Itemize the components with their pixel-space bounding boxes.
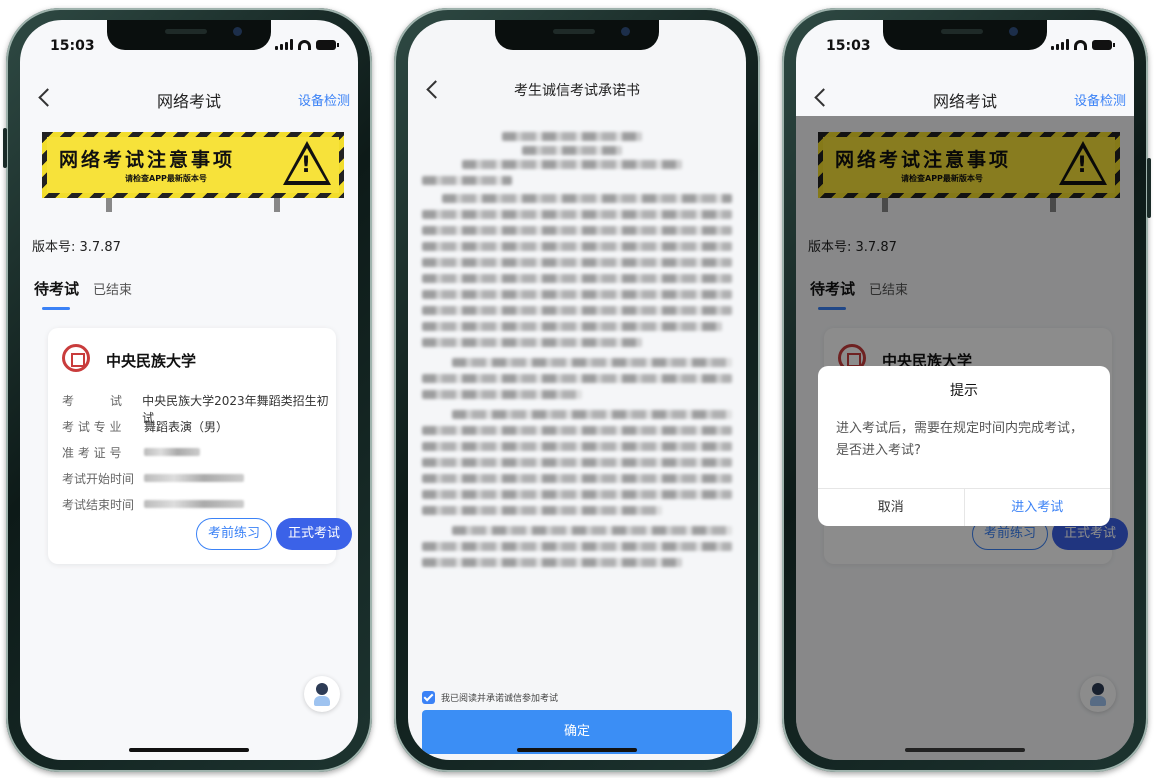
dialog-cancel-button[interactable]: 取消: [818, 489, 965, 526]
document-text-line: [422, 458, 732, 467]
document-text-line: [422, 274, 732, 283]
document-text-line: [422, 506, 662, 515]
document-text-line: [442, 194, 732, 203]
dialog-enter-exam-button[interactable]: 进入考试: [965, 489, 1111, 526]
phone-side-button: [3, 128, 7, 168]
nav-bar: 网络考试 设备检测: [20, 80, 358, 116]
document-text-line: [422, 490, 732, 499]
notch: [883, 20, 1047, 50]
tab-indicator: [42, 307, 70, 310]
document-text-line: [422, 558, 682, 567]
row-ticket: 准 考 证 号: [62, 444, 200, 461]
banner-subtitle: 请检查APP最新版本号: [125, 174, 207, 183]
document-text-line: [422, 474, 732, 483]
home-indicator: [129, 748, 249, 752]
home-indicator: [517, 748, 637, 752]
document-text-line: [422, 306, 732, 315]
wifi-icon: [298, 39, 311, 50]
document-text-line: [522, 146, 622, 155]
device-check-link[interactable]: 设备检测: [298, 90, 350, 109]
practice-button[interactable]: 考前练习: [196, 518, 272, 550]
redacted-value: [144, 500, 244, 508]
phone-side-button: [1147, 158, 1151, 218]
document-text-line: [422, 374, 732, 383]
wifi-icon: [1074, 39, 1087, 50]
document-text-line: [462, 160, 682, 169]
status-time: 15:03: [826, 38, 871, 54]
row-end-time: 考试结束时间: [62, 496, 244, 513]
tab-finished[interactable]: 已结束: [93, 279, 132, 298]
customer-service-avatar-icon[interactable]: [304, 676, 340, 712]
document-text-line: [422, 210, 732, 219]
version-label: 版本号: 3.7.87: [32, 240, 121, 255]
redacted-value: [144, 474, 244, 482]
agree-row[interactable]: 我已阅读并承诺诚信参加考试: [422, 691, 558, 704]
device-check-link[interactable]: 设备检测: [1074, 90, 1126, 109]
home-indicator: [905, 748, 1025, 752]
document-text-line: [502, 132, 642, 141]
status-time: 15:03: [50, 38, 95, 54]
document-text-line: [422, 242, 732, 251]
dialog-title: 提示: [950, 383, 978, 399]
phone-exam-list: 15:03 网络考试 设备检测 网络考试注意事项 请检查APP最新版本号 ! 版…: [3, 8, 372, 772]
document-text-line: [452, 526, 732, 535]
document-text-line: [422, 542, 732, 551]
phone-exam-dialog: 15:03 网络考试 设备检测 网络考试注意事项 请检查APP最新版本号 ! 版…: [782, 8, 1151, 772]
banner-title: 网络考试注意事项: [59, 149, 236, 171]
document-text-line: [422, 426, 732, 435]
school-logo-icon: [62, 344, 90, 372]
document-text-line: [422, 226, 732, 235]
signal-icon: [275, 39, 293, 50]
document-text-line: [422, 390, 582, 399]
battery-icon: [1092, 39, 1115, 50]
page-title: 考生诚信考试承诺书: [514, 83, 640, 99]
screen: 15:03 网络考试 设备检测 网络考试注意事项 请检查APP最新版本号 ! 版…: [796, 20, 1134, 760]
document-text-line: [422, 176, 512, 185]
dialog-message: 进入考试后，需要在规定时间内完成考试，是否进入考试?: [836, 421, 1084, 458]
confirm-dialog: 提示 进入考试后，需要在规定时间内完成考试，是否进入考试? 取消 进入考试: [818, 366, 1110, 526]
pledge-document: [422, 128, 732, 640]
school-name: 中央民族大学: [106, 352, 197, 370]
tab-pending[interactable]: 待考试: [34, 278, 79, 299]
start-exam-button[interactable]: 正式考试: [276, 518, 352, 550]
document-text-line: [452, 410, 732, 419]
screen: 考生诚信考试承诺书 我已阅读并承诺诚信参加考试 确定: [408, 20, 746, 760]
row-start-time: 考试开始时间: [62, 470, 244, 487]
battery-icon: [316, 39, 339, 50]
nav-bar: 考生诚信考试承诺书: [408, 72, 746, 108]
document-text-line: [422, 290, 732, 299]
tab-bar: 待考试 已结束: [34, 278, 132, 299]
signal-icon: [1051, 39, 1069, 50]
nav-bar: 网络考试 设备检测: [796, 80, 1134, 116]
redacted-value: [144, 448, 200, 456]
notch: [495, 20, 659, 50]
document-text-line: [422, 258, 732, 267]
document-text-line: [452, 358, 732, 367]
document-text-line: [422, 338, 642, 347]
notch: [107, 20, 271, 50]
screen: 15:03 网络考试 设备检测 网络考试注意事项 请检查APP最新版本号 ! 版…: [20, 20, 358, 760]
document-text-line: [422, 322, 722, 331]
phone-pledge: 考生诚信考试承诺书 我已阅读并承诺诚信参加考试 确定: [394, 8, 760, 772]
exam-card: 中央民族大学 考 试中央民族大学2023年舞蹈类招生初试 考 试 专 业舞蹈表演…: [48, 328, 352, 564]
notice-banner[interactable]: 网络考试注意事项 请检查APP最新版本号 !: [42, 132, 344, 212]
agree-text: 我已阅读并承诺诚信参加考试: [441, 694, 559, 704]
agree-checkbox[interactable]: [422, 691, 435, 704]
row-major: 考 试 专 业舞蹈表演（男）: [62, 420, 229, 434]
document-text-line: [422, 442, 732, 451]
